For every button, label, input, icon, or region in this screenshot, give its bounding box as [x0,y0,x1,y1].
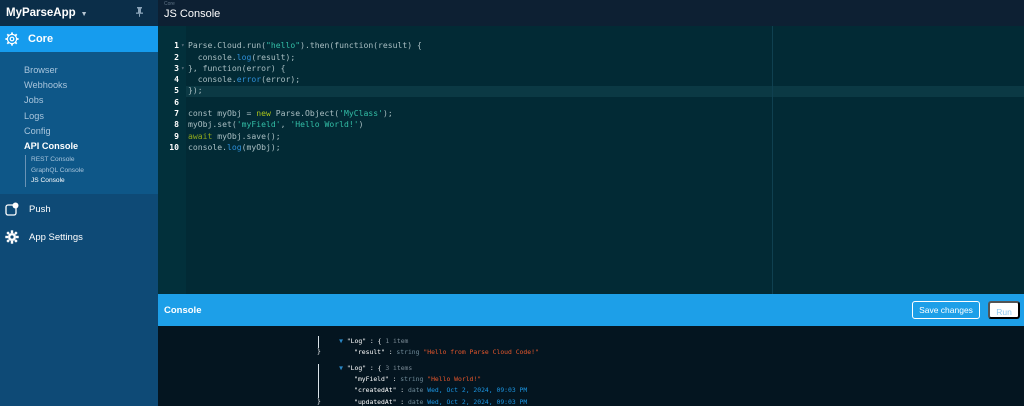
run-button[interactable]: Run [988,301,1020,319]
code-line: 9 await myObj.save(); [174,130,281,141]
sidebar-item-label: App Settings [29,231,83,243]
push-icon [5,202,19,216]
code-line: 4 console.error(error); [174,74,301,85]
log-field: "result" : string "Hello from Parse Clou… [354,348,539,356]
sidebar-item-push[interactable]: Push [0,196,158,222]
gear-icon [5,32,19,46]
code-line: 7 const myObj = new Parse.Object('MyClass… [174,108,393,119]
sidebar-item-browser[interactable]: Browser [24,63,158,78]
sidebar-item-webhooks[interactable]: Webhooks [24,78,158,93]
log-field: "createdAt" : date Wed, Oct 2, 2024, 09:… [354,386,528,394]
code-line: 3 ▾}, function(error) { [174,62,286,73]
sidebar-item-core[interactable]: Core [0,26,158,52]
code-editor[interactable]: 1 ▾ Parse.Cloud.run("hello").then(function… [158,26,1024,294]
sidebar-item-logs[interactable]: Logs [24,109,158,124]
sidebar-item-config[interactable]: Config [24,124,158,139]
log-field: "myField" : string "Hello World!" [354,374,482,383]
console-title: Console [164,305,202,316]
app-root: MyParseApp ▼ Core Browser Webhooks Jobs … [0,0,1024,406]
sidebar-item-label: Core [28,33,54,45]
sidebar-item-js-console[interactable]: JS Console [31,176,158,187]
pin-icon[interactable] [135,7,144,17]
sidebar-item-label: Push [29,203,51,215]
page-title: JS Console [164,8,221,20]
code-line: 1 ▾ Parse.Cloud.run("hello").then(function… [174,40,422,51]
log-close: } [317,397,321,405]
sidebar-item-app-settings[interactable]: App Settings [0,224,158,250]
code-line: 5}); [174,85,203,96]
code-line: 6 [174,96,179,107]
save-changes-button[interactable]: Save changes [912,301,980,319]
page-header: Core JS Console [158,0,1024,26]
breadcrumb: Core [164,1,175,7]
sidebar-item-rest-console[interactable]: REST Console [31,155,158,166]
code-line: 10 console.log(myObj); [169,141,281,152]
app-name: MyParseApp [6,7,76,19]
sidebar-item-graphql-console[interactable]: GraphQL Console [31,166,158,177]
chevron-down-icon: ▼ [80,10,88,18]
code-line: 8 myObj.set('myField', 'Hello World!') [174,119,364,130]
app-switcher[interactable]: MyParseApp ▼ [0,0,158,26]
settings-icon [5,230,19,244]
log-entry[interactable]: ▼ "Log" : { 1 item [316,326,408,345]
sidebar: MyParseApp ▼ Core Browser Webhooks Jobs … [0,0,158,406]
code-line: 2 console.log(result); [174,51,296,62]
console-toolbar: Console Save changes Run [158,294,1024,326]
console-output: ▼ "Log" : { 1 item "result" : string "He… [158,326,1024,406]
sidebar-item-jobs[interactable]: Jobs [24,93,158,108]
log-field: "updatedAt" : date Wed, Oct 2, 2024, 09:… [354,397,528,406]
core-submenu: Browser Webhooks Jobs Logs Config API Co… [0,52,158,194]
api-console-submenu: REST Console GraphQL Console JS Console [25,155,158,187]
log-entry[interactable]: ▼ "Log" : { 3 items [316,353,412,372]
sidebar-item-api-console[interactable]: API Console [24,139,158,154]
